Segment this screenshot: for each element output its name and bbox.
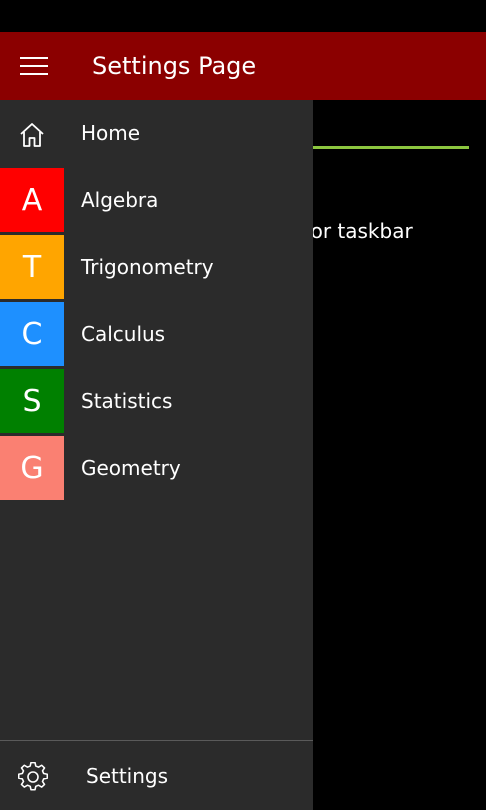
nav-item-algebra[interactable]: A Algebra [0,168,313,232]
nav-item-trigonometry[interactable]: T Trigonometry [0,235,313,299]
nav-item-statistics[interactable]: S Statistics [0,369,313,433]
nav-item-calculus[interactable]: C Calculus [0,302,313,366]
home-icon [20,123,44,147]
settings-label: Settings [86,764,169,788]
status-bar [0,0,486,32]
nav-item-settings[interactable]: Settings [0,743,313,810]
nav-item-label: Trigonometry [81,255,214,279]
calculus-tile-icon: C [0,302,64,366]
nav-item-home[interactable]: Home [0,101,313,165]
nav-item-label: Statistics [81,389,173,413]
gear-icon [18,762,48,791]
nav-item-label: Calculus [81,322,166,346]
nav-item-label: Algebra [81,188,159,212]
page-title: Settings Page [92,52,257,80]
hamburger-menu-button[interactable] [0,32,68,100]
content-header-underline [312,146,469,149]
trigonometry-tile-icon: T [0,235,64,299]
app-bar: Settings Page [0,32,486,100]
nav-item-label: Geometry [81,456,181,480]
nav-item-geometry[interactable]: G Geometry [0,436,313,500]
geometry-tile-icon: G [0,436,64,500]
statistics-tile-icon: S [0,369,64,433]
algebra-tile-icon: A [0,168,64,232]
navigation-pane: Home A Algebra T Trigonometry C Calculus… [0,100,313,810]
content-text: r or taskbar [296,219,413,243]
hamburger-icon [20,57,48,75]
nav-item-label: Home [81,121,141,145]
nav-divider [0,740,313,741]
